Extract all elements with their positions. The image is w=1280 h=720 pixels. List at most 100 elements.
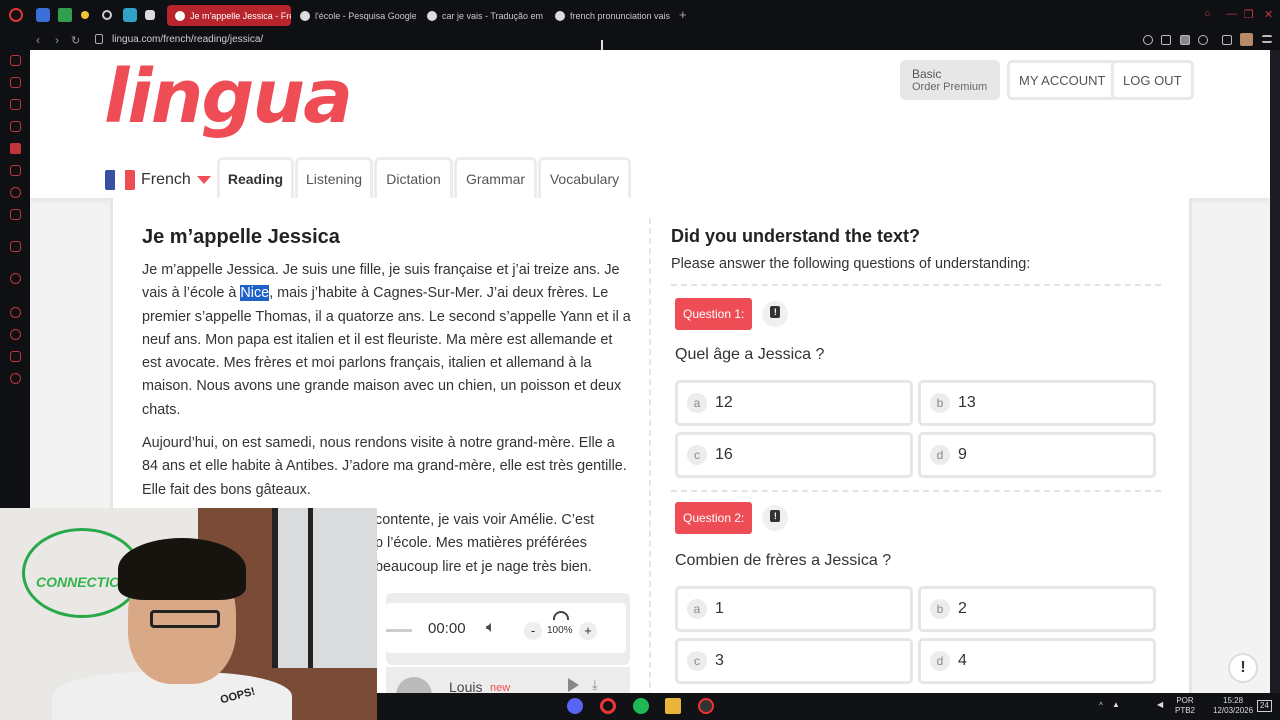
shopping-icon[interactable] [10,165,21,176]
app-icon[interactable] [698,698,714,714]
minimize-icon[interactable]: — [1226,8,1237,20]
reload-icon[interactable]: ↻ [71,34,80,47]
drive-icon[interactable] [58,8,72,22]
heart-icon[interactable] [1198,35,1208,45]
selected-word[interactable]: Nice [240,285,270,302]
folder-icon[interactable] [665,698,681,714]
menu-icon[interactable] [1262,35,1272,43]
option-letter: a [687,393,707,413]
report-icon[interactable] [762,300,789,327]
paragraph-3: contente, je vais voir Amélie. C’est p l… [375,509,594,579]
url-field[interactable]: lingua.com/french/reading/jessica/ [112,34,263,45]
search-tabs-icon[interactable]: ○ [1204,8,1211,20]
paragraph-line: beaucoup lire et je nage très bien. [375,558,592,575]
help-button[interactable]: ! [1228,653,1258,683]
bot-icon[interactable] [10,241,21,252]
question-badge: Question 2: [675,502,753,534]
tab-pronunciation[interactable]: french pronunciation vais [547,5,671,26]
new-tab-icon[interactable]: + [679,8,687,21]
profile-avatar[interactable] [1240,33,1253,46]
tab-label: car je vais - Tradução em [442,10,543,21]
clock[interactable]: 15:28 12/03/2026 [1213,696,1253,716]
opera-icon[interactable] [600,698,616,714]
tray-chevron-icon[interactable]: ^ [1099,701,1103,711]
language-label: French [141,171,191,188]
answer-option[interactable]: b2 [918,586,1156,632]
lingua-logo[interactable]: lingua [104,54,353,140]
plan-badge[interactable]: Basic Order Premium [900,60,1000,100]
language-selector[interactable]: French [105,170,211,190]
send-icon[interactable] [10,351,21,362]
paragraph-2: Aujourd’hui, on est samedi, nous rendons… [142,435,627,498]
windows-taskbar: ^ ▲ ◀ POR PTB2 15:28 12/03/2026 24 [377,693,1280,720]
progress-bar[interactable] [386,629,412,632]
player-icon[interactable] [10,77,21,88]
my-account-button[interactable]: MY ACCOUNT [1007,60,1118,100]
answer-option[interactable]: c 16 [675,432,913,478]
lingua-favicon-icon [175,10,185,21]
extensions-icon[interactable] [1222,35,1232,45]
pinned-tab-icon[interactable] [145,10,155,20]
quiz-title: Did you understand the text? [671,226,921,246]
workspace-icon[interactable] [36,8,50,22]
speed-plus-button[interactable]: + [579,622,597,640]
opera-icon[interactable] [9,8,23,22]
clock-time: 15:28 [1223,696,1244,705]
spotify-icon[interactable] [633,698,649,714]
record-icon[interactable] [10,273,21,284]
option-letter: d [930,651,950,671]
tab-list-icon[interactable] [10,143,21,154]
tab-translate[interactable]: car je vais - Tradução em [419,5,543,26]
pinned-tab-icon[interactable] [102,10,112,20]
speed-dial-icon[interactable] [10,55,21,66]
pinned-tab-icon[interactable] [123,8,137,22]
glasses [150,610,220,628]
tab-dictation[interactable]: Dictation [374,157,453,198]
tab-reading[interactable]: Reading [217,157,294,198]
speed-minus-button[interactable]: - [524,622,542,640]
zoom-icon[interactable] [1143,35,1153,45]
language-line: PTB2 [1175,706,1196,715]
tab-grammar[interactable]: Grammar [454,157,537,198]
answer-option[interactable]: a 12 [675,380,913,426]
network-icon[interactable]: ▲ [1112,700,1120,710]
back-icon[interactable]: ‹ [36,33,40,47]
settings-icon[interactable] [10,373,21,384]
maximize-icon[interactable]: ❐ [1244,8,1254,21]
language-indicator[interactable]: POR PTB2 [1175,696,1195,716]
download-icon[interactable]: ⤓ [592,677,598,693]
crown-icon[interactable] [10,209,21,220]
logout-button[interactable]: LOG OUT [1111,60,1194,100]
volume-tray-icon[interactable]: ◀ [1157,700,1163,710]
discord-icon[interactable] [567,698,583,714]
history-icon[interactable] [10,329,21,340]
tab-jessica[interactable]: Je m'appelle Jessica - Fre [167,5,291,26]
tab-vocabulary[interactable]: Vocabulary [538,157,631,198]
mouse-cursor [601,40,603,50]
answer-option[interactable]: a1 [675,586,913,632]
report-icon[interactable] [762,504,789,531]
person-hair [118,538,246,600]
notification-icon[interactable]: 24 [1257,700,1272,712]
play-icon[interactable] [568,678,579,692]
close-icon[interactable]: ✕ [1264,8,1273,21]
option-value: 2 [958,600,967,617]
shield-icon[interactable] [1180,35,1190,45]
answer-option[interactable]: d4 [918,638,1156,684]
vk-icon[interactable] [10,187,21,198]
answer-option[interactable]: b 13 [918,380,1156,426]
player-time: 00:00 [428,620,466,637]
answer-option[interactable]: d9 [918,432,1156,478]
text-title: Je m’appelle Jessica [142,226,340,248]
pinned-tab-icon[interactable] [81,11,89,19]
forward-icon[interactable]: › [55,33,59,47]
hourglass-icon[interactable] [10,121,21,132]
tab-listening[interactable]: Listening [295,157,373,198]
answer-option[interactable]: c3 [675,638,913,684]
snapshot-icon[interactable] [1161,35,1171,45]
favorites-icon[interactable] [10,307,21,318]
tab-label: Je m'appelle Jessica - Fre [190,10,291,21]
volume-icon[interactable]: 🔈︎ [486,619,496,637]
tab-google-ecole[interactable]: l'école - Pesquisa Google [292,5,416,26]
reading-icon[interactable] [10,99,21,110]
